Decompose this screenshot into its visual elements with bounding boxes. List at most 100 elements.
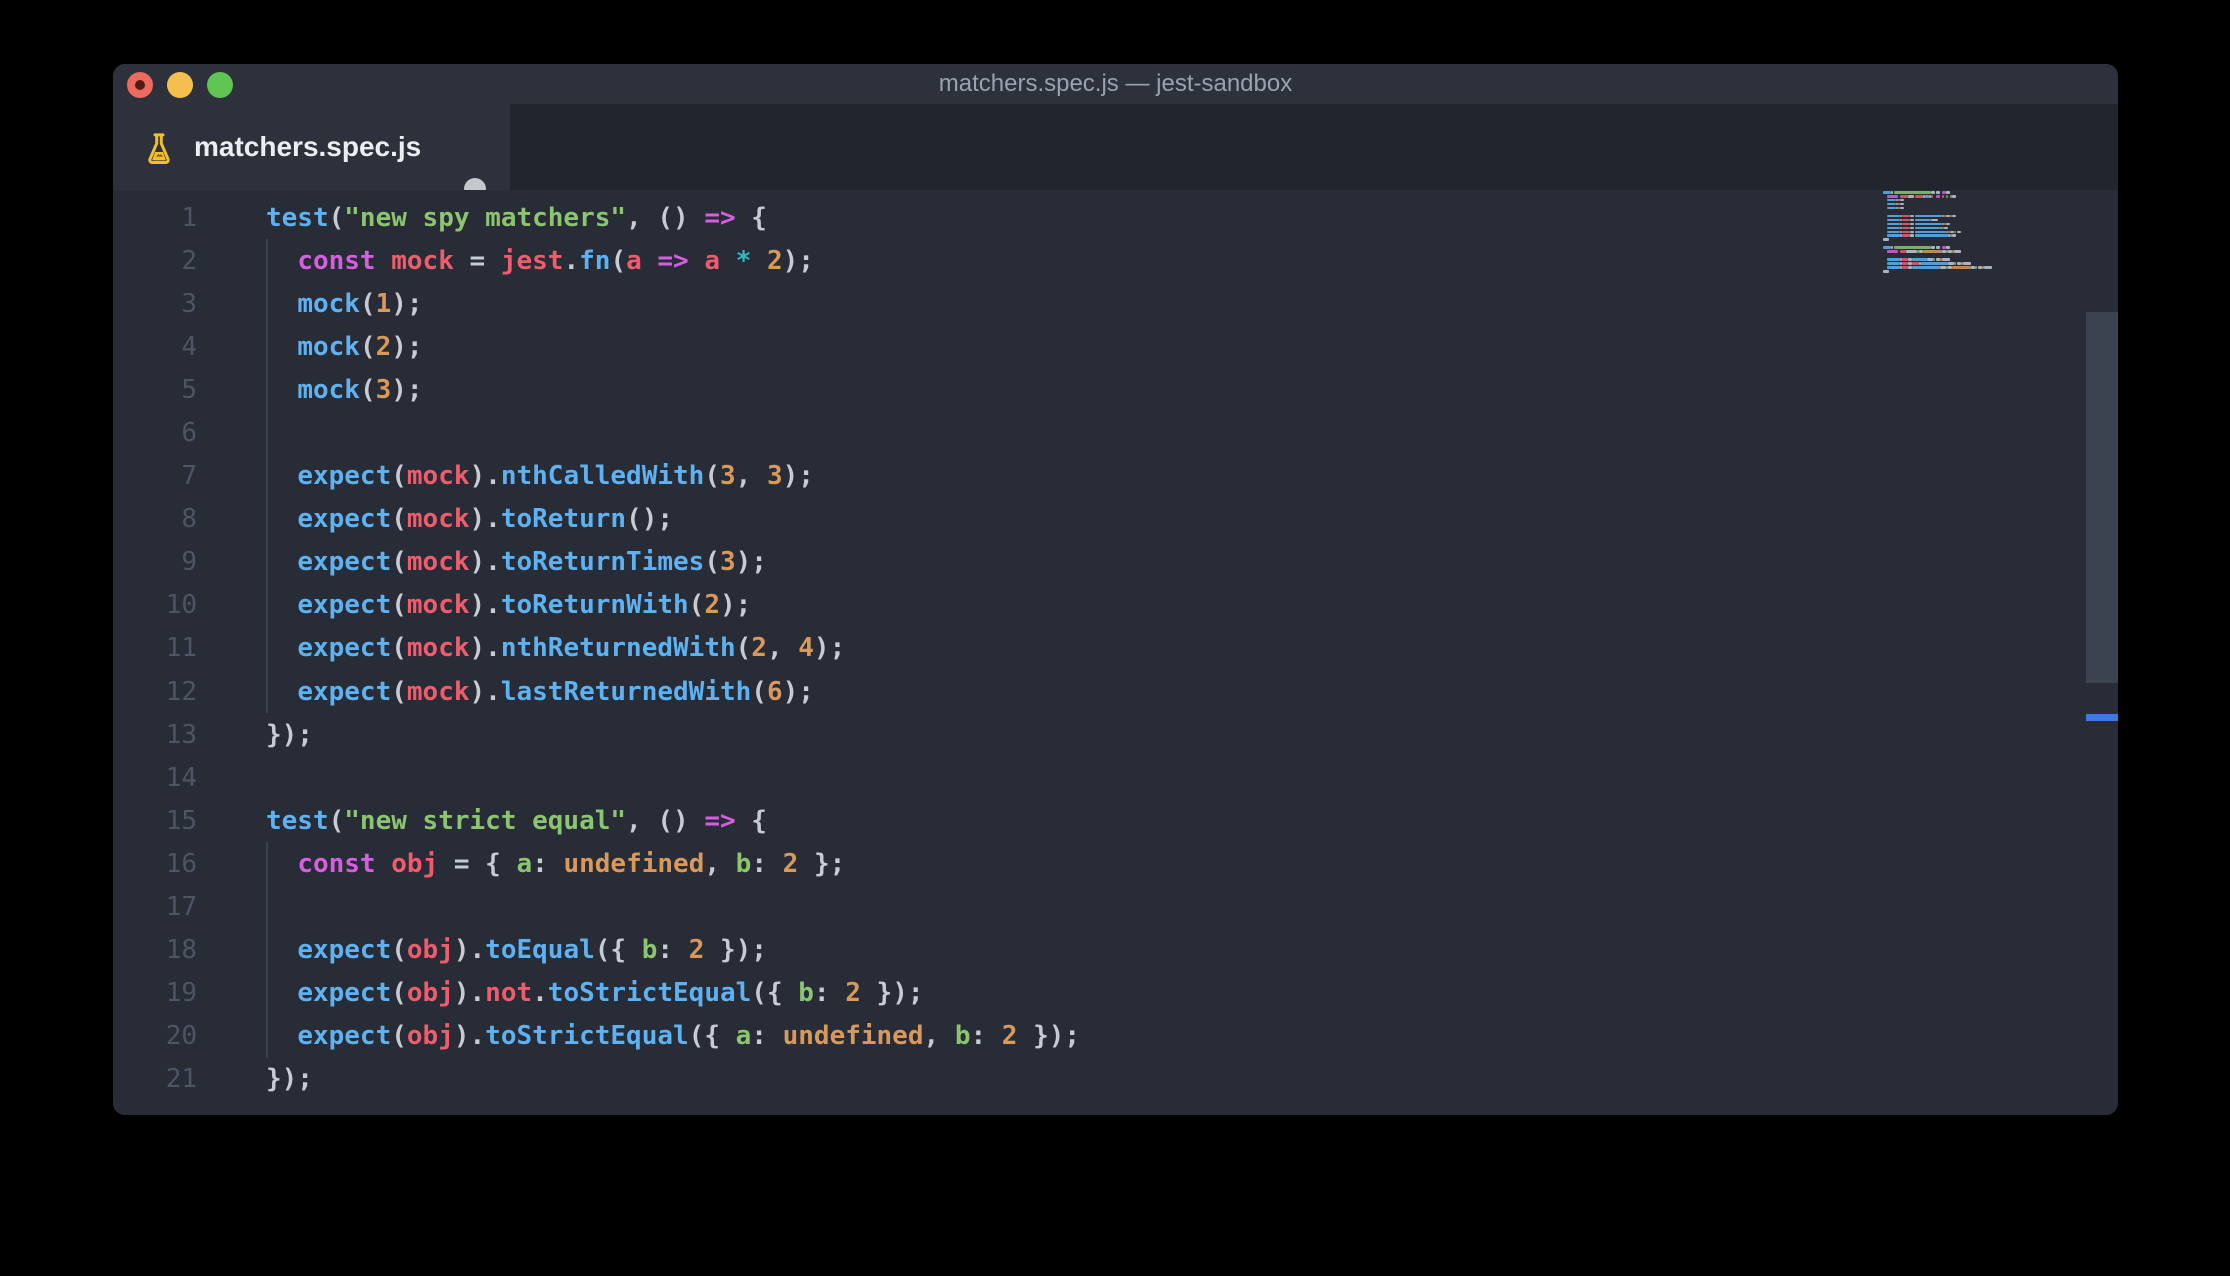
minimap-line xyxy=(1914,218,1932,222)
code-line[interactable]: 1 test("new spy matchers", () => { xyxy=(113,196,2058,239)
line-number[interactable]: 11 xyxy=(113,633,197,663)
code-line[interactable]: 15 test("new strict equal", () => { xyxy=(113,799,2058,842)
line-number[interactable]: 2 xyxy=(113,246,197,276)
flask-test-icon xyxy=(145,132,173,169)
code-line[interactable]: 6 xyxy=(113,411,2058,455)
minimap-line xyxy=(1910,226,1915,230)
minimap-line xyxy=(1935,194,1940,198)
minimap-line xyxy=(1901,218,1911,222)
line-number[interactable]: 17 xyxy=(113,892,197,922)
minimap-line xyxy=(1952,266,1972,269)
minimap-line xyxy=(1887,218,1900,222)
code-editor[interactable]: 1 test("new spy matchers", () => {2 const… xyxy=(113,190,2118,1115)
tab-filename: matchers.spec.js xyxy=(194,131,422,162)
minimap-line xyxy=(1899,194,1909,198)
line-number[interactable]: 21 xyxy=(113,1064,197,1094)
code-text: }); xyxy=(266,719,313,750)
minimap-line xyxy=(1887,222,1900,226)
line-number[interactable]: 6 xyxy=(113,418,197,448)
line-number[interactable]: 13 xyxy=(113,720,197,750)
code-line[interactable]: 16 const obj = { a: undefined, b: 2 }; xyxy=(113,842,2058,886)
line-number[interactable]: 9 xyxy=(113,547,197,577)
minimap-line xyxy=(1901,230,1911,234)
line-number[interactable]: 19 xyxy=(113,978,197,1008)
code-line[interactable]: 7 expect(mock).nthCalledWith(3, 3); xyxy=(113,454,2058,498)
code-line[interactable]: 3 mock(1); xyxy=(113,282,2058,326)
minimap-line xyxy=(1954,250,1961,253)
code-text: expect(mock).nthCalledWith(3, 3); xyxy=(297,461,814,492)
code-line[interactable]: 9 expect(mock).toReturnTimes(3); xyxy=(113,540,2058,584)
minimap-line xyxy=(1946,191,1951,194)
minimap-line xyxy=(1887,266,1900,269)
minimap-line xyxy=(1887,258,1900,261)
minimap-line xyxy=(1887,234,1900,238)
minimap-line xyxy=(1883,238,1890,241)
code-line[interactable]: 2 const mock = jest.fn(a => a * 2); xyxy=(113,239,2058,283)
line-number[interactable]: 15 xyxy=(113,806,197,836)
line-number[interactable]: 10 xyxy=(113,590,197,620)
minimap-line xyxy=(1887,198,1896,202)
code-line[interactable]: 13}); xyxy=(113,713,2058,756)
minimap-line xyxy=(1914,234,1949,238)
minimap-line xyxy=(1943,226,1949,230)
code-line[interactable]: 20 expect(obj).toStrictEqual({ a: undefi… xyxy=(113,1014,2058,1058)
minimap-line xyxy=(1899,202,1904,206)
minimap-line xyxy=(1908,194,1915,198)
title-bar[interactable]: matchers.spec.js — jest-sandbox xyxy=(113,64,2118,104)
code-line[interactable]: 12 expect(mock).lastReturnedWith(6); xyxy=(113,670,2058,714)
line-number[interactable]: 14 xyxy=(113,763,197,793)
code-line[interactable]: 14 xyxy=(113,756,2058,799)
line-number[interactable]: 8 xyxy=(113,504,197,534)
code-text: expect(mock).toReturnWith(2); xyxy=(297,590,752,621)
minimap-line xyxy=(1946,246,1951,249)
minimap-line xyxy=(1899,198,1904,202)
minimap-line xyxy=(1887,206,1896,210)
minimap-line xyxy=(1887,250,1898,253)
minimap-line xyxy=(1899,206,1904,210)
minimap-line xyxy=(1931,218,1938,222)
line-number[interactable]: 5 xyxy=(113,375,197,405)
code-line[interactable]: 21}); xyxy=(113,1058,2058,1101)
line-number[interactable]: 20 xyxy=(113,1021,197,1051)
minimap-line xyxy=(1910,214,1915,218)
minimap-line xyxy=(1956,230,1961,234)
line-number[interactable]: 1 xyxy=(113,203,197,233)
code-line[interactable]: 5 mock(3); xyxy=(113,368,2058,412)
code-text: expect(mock).nthReturnedWith(2, 4); xyxy=(297,633,846,664)
minimap-line xyxy=(1931,246,1936,249)
minimap-line xyxy=(1914,230,1946,234)
line-number[interactable]: 7 xyxy=(113,461,197,491)
overview-ruler-cursor-mark xyxy=(2086,714,2118,721)
minimap-line xyxy=(1910,234,1915,238)
minimap-line xyxy=(1887,226,1900,230)
minimap-line xyxy=(1883,270,1890,273)
minimap-line xyxy=(1883,246,1892,249)
line-number[interactable]: 16 xyxy=(113,849,197,879)
scrollbar-thumb[interactable] xyxy=(2086,312,2118,683)
minimap[interactable] xyxy=(1883,191,1995,291)
editor-window: matchers.spec.js — jest-sandbox matchers… xyxy=(113,64,2118,1115)
line-number[interactable]: 3 xyxy=(113,289,197,319)
minimap-line xyxy=(1901,214,1911,218)
code-line[interactable]: 4 mock(2); xyxy=(113,325,2058,369)
minimap-line xyxy=(1983,266,1993,269)
minimap-line xyxy=(1912,258,1928,261)
code-line[interactable]: 8 expect(mock).toReturn(); xyxy=(113,497,2058,541)
minimap-line xyxy=(1914,194,1923,198)
code-lines: 1 test("new spy matchers", () => {2 const… xyxy=(113,196,2058,1101)
tab-matchers-spec[interactable]: matchers.spec.js xyxy=(113,104,510,200)
code-line[interactable]: 18 expect(obj).toEqual({ b: 2 }); xyxy=(113,928,2058,972)
minimap-line xyxy=(1946,222,1951,226)
code-line[interactable]: 17 xyxy=(113,885,2058,929)
line-number[interactable]: 12 xyxy=(113,677,197,707)
line-number[interactable]: 4 xyxy=(113,332,197,362)
code-text: expect(obj).not.toStrictEqual({ b: 2 }); xyxy=(297,978,924,1009)
code-line[interactable]: 11 expect(mock).nthReturnedWith(2, 4); xyxy=(113,626,2058,671)
tab-bar: matchers.spec.js xyxy=(113,104,2118,200)
minimap-line xyxy=(1941,258,1951,261)
minimap-line xyxy=(1920,262,1949,265)
code-line[interactable]: 10 expect(mock).toReturnWith(2); xyxy=(113,583,2058,628)
code-line[interactable]: 19 expect(obj).not.toStrictEqual({ b: 2 … xyxy=(113,971,2058,1015)
minimap-line xyxy=(1912,262,1919,265)
line-number[interactable]: 18 xyxy=(113,935,197,965)
